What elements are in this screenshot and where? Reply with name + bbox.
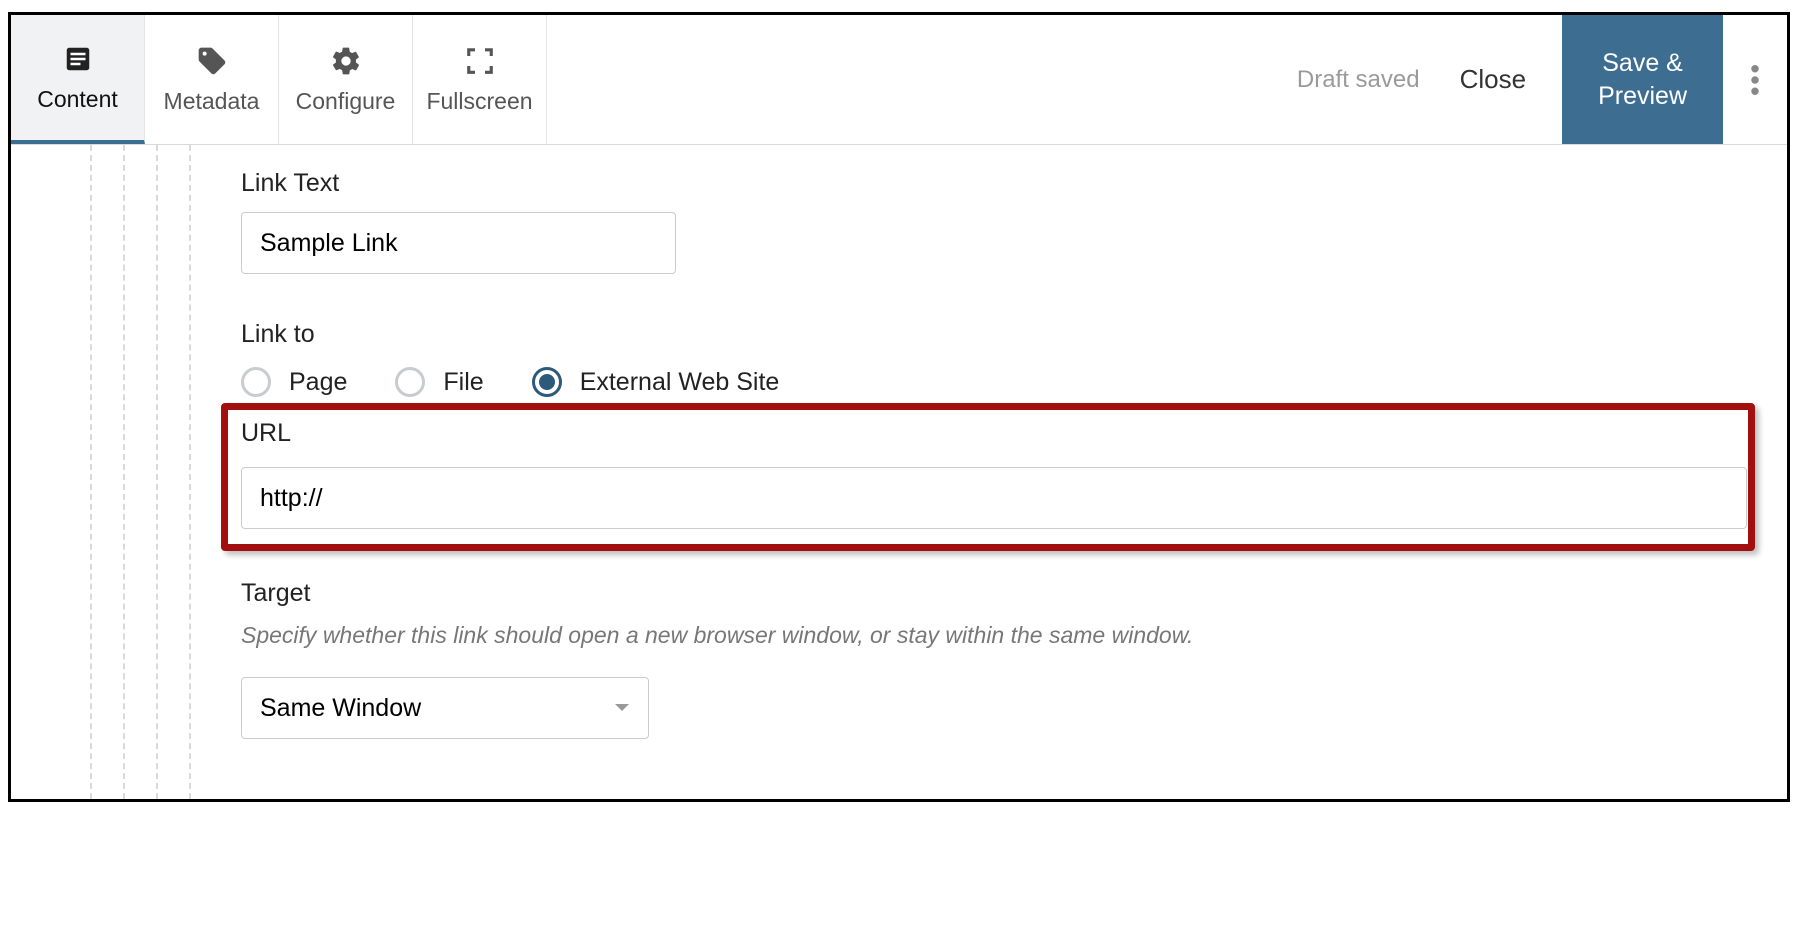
link-to-file-radio[interactable]: File	[395, 367, 483, 397]
link-text-input[interactable]	[241, 212, 676, 274]
radio-icon	[532, 367, 562, 397]
save-preview-button[interactable]: Save & Preview	[1562, 15, 1723, 144]
more-menu-button[interactable]	[1723, 15, 1787, 144]
tree-gutter	[11, 145, 191, 799]
tab-label: Configure	[296, 88, 396, 115]
fullscreen-icon	[463, 44, 497, 78]
tab-configure[interactable]: Configure	[279, 15, 413, 144]
radio-icon	[395, 367, 425, 397]
link-to-label: Link to	[241, 320, 1747, 349]
tab-content[interactable]: Content	[11, 15, 145, 144]
radio-label: External Web Site	[580, 368, 780, 397]
chevron-down-icon	[614, 703, 630, 713]
form-area: Link Text Link to Page File	[191, 145, 1787, 799]
gear-icon	[329, 44, 363, 78]
url-label: URL	[241, 419, 291, 448]
tab-metadata[interactable]: Metadata	[145, 15, 279, 144]
target-select[interactable]: Same Window	[241, 677, 649, 739]
tab-label: Metadata	[164, 88, 260, 115]
radio-icon	[241, 367, 271, 397]
content-icon	[61, 42, 95, 76]
tag-icon	[195, 44, 229, 78]
url-input[interactable]	[241, 467, 1747, 529]
target-help-text: Specify whether this link should open a …	[241, 622, 1747, 649]
editor-frame: Content Metadata Configure Fullscreen	[8, 12, 1790, 802]
target-select-value: Same Window	[260, 694, 421, 723]
save-status: Draft saved	[1297, 66, 1420, 94]
tab-label: Fullscreen	[426, 88, 532, 115]
radio-label: File	[443, 368, 483, 397]
tab-label: Content	[37, 86, 118, 113]
close-button[interactable]: Close	[1460, 64, 1526, 95]
target-label: Target	[241, 579, 1747, 608]
link-to-page-radio[interactable]: Page	[241, 367, 347, 397]
link-to-external-radio[interactable]: External Web Site	[532, 367, 780, 397]
kebab-icon	[1751, 65, 1759, 95]
link-text-label: Link Text	[241, 169, 1747, 198]
save-preview-label: Save & Preview	[1598, 47, 1687, 112]
tab-fullscreen[interactable]: Fullscreen	[413, 15, 547, 144]
toolbar: Content Metadata Configure Fullscreen	[11, 15, 1787, 145]
radio-label: Page	[289, 368, 347, 397]
